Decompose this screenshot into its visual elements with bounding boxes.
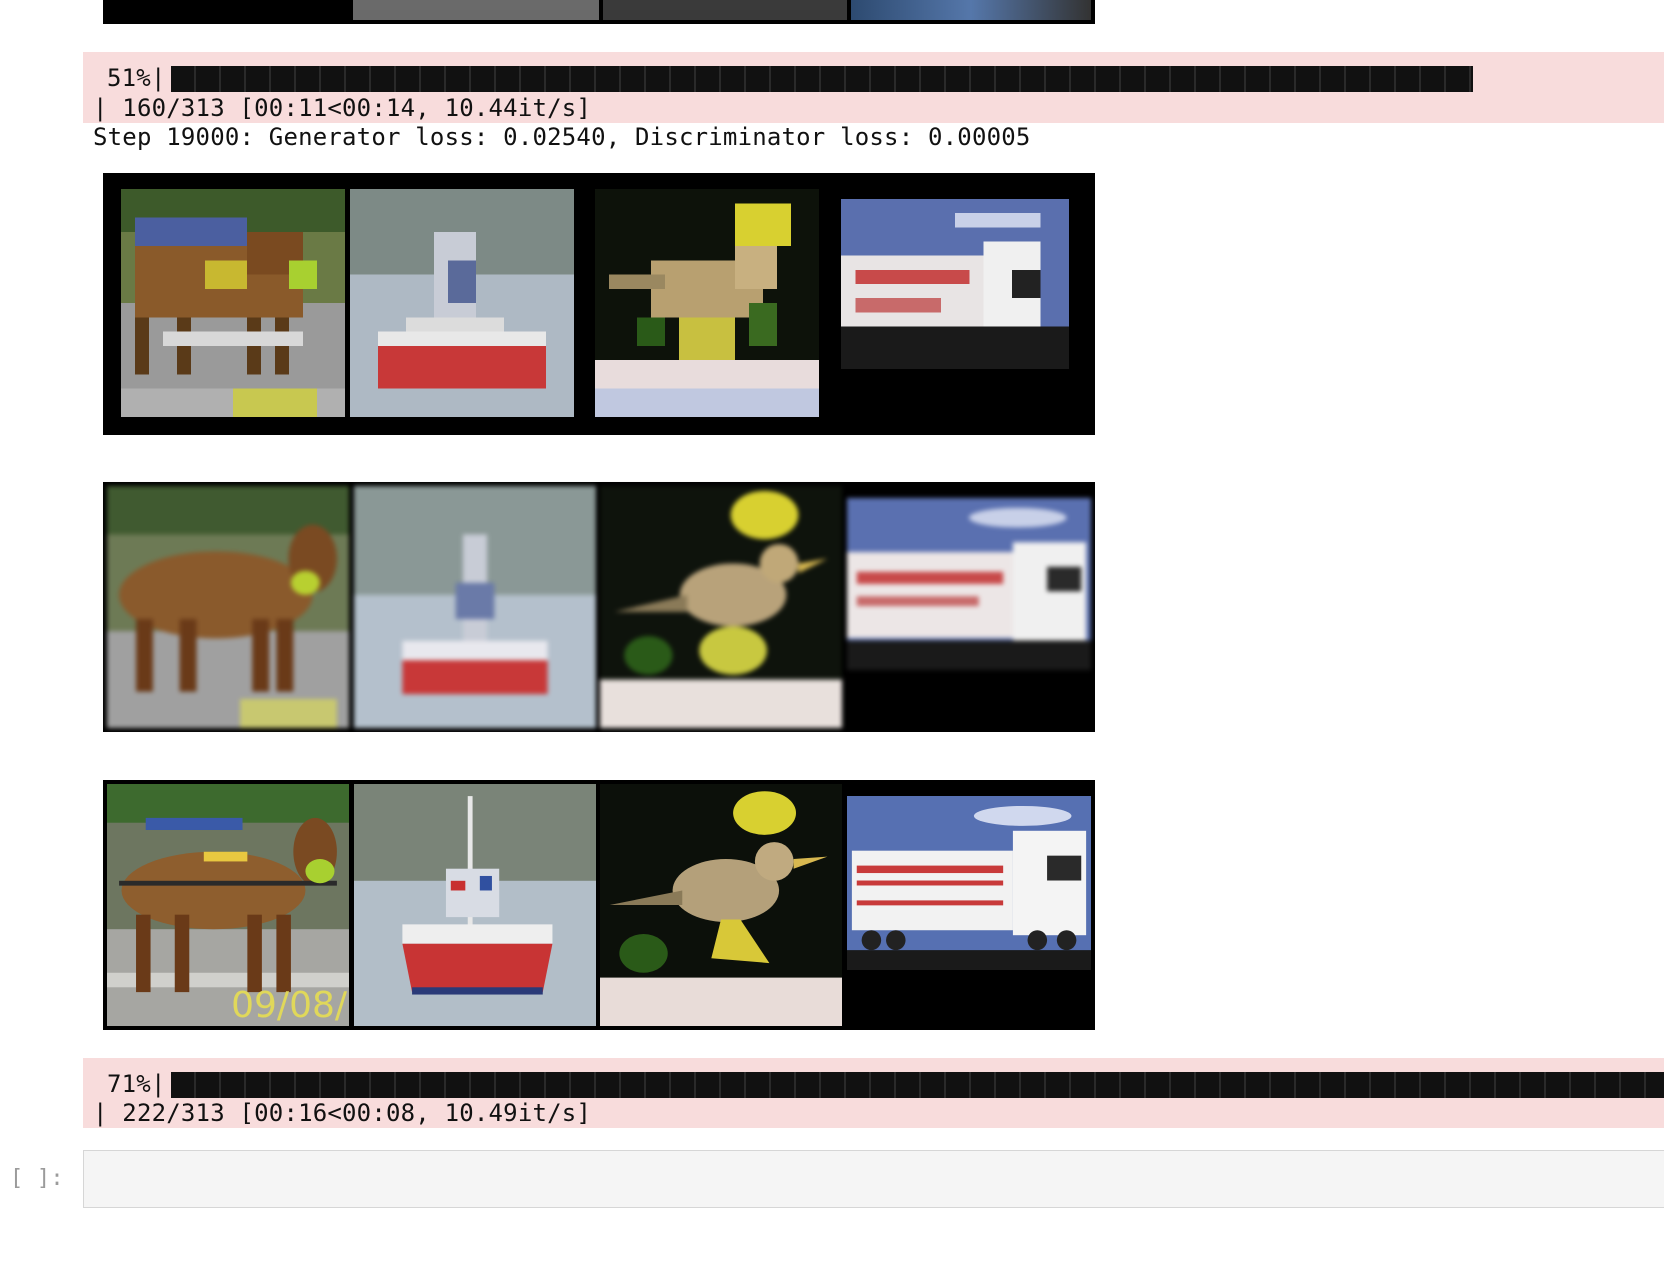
progress-bar-fill [171,66,1473,92]
image-grid-refined [103,482,1095,732]
progress-percent: 51%| [107,64,166,92]
tile-bird [600,784,842,1026]
tile-truck [847,796,1091,970]
image-grid-real: 09/08/ [103,780,1095,1030]
tile-horse: 09/08/ [107,784,349,1026]
progress-stats: | 160/313 [00:11<00:14, 10.44it/s] [93,94,592,122]
progress-output-bottom: 71%| | 222/313 [00:16<00:08, 10.49it/s] [83,1058,1664,1128]
previous-image-grid [103,0,1095,24]
code-cell-input[interactable] [83,1150,1664,1208]
tile-horse [121,189,345,417]
prev-tile-truck [851,0,1091,20]
prev-tile-horse [353,0,599,20]
step-loss-line: Step 19000: Generator loss: 0.02540, Dis… [93,123,1031,151]
cell-prompt: [ ]: [10,1166,64,1191]
tile-bird [600,486,842,728]
tile-truck [847,498,1091,670]
prev-tile-bird [603,0,847,20]
tile-bird [595,189,819,417]
progress-percent: 71%| [107,1070,166,1098]
tile-horse [107,486,349,728]
tile-boat [350,189,574,417]
progress-bar-fill [171,1072,1664,1098]
image-grid-pixelated [103,173,1095,435]
progress-output-top: 51%| | 160/313 [00:11<00:14, 10.44it/s] [83,52,1664,123]
horse-timestamp: 09/08/ [231,985,347,1026]
tile-boat [354,784,596,1026]
tile-boat [354,486,596,728]
tile-truck [841,199,1069,369]
progress-stats: | 222/313 [00:16<00:08, 10.49it/s] [93,1099,592,1127]
